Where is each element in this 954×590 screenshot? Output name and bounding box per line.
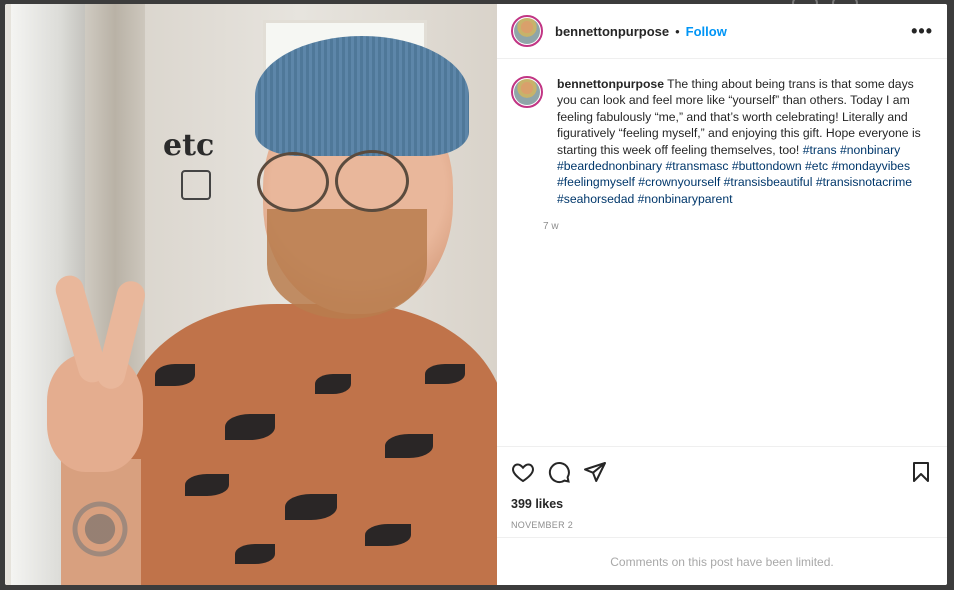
author-username[interactable]: bennettonpurpose bbox=[555, 24, 669, 39]
bookmark-icon[interactable] bbox=[909, 460, 933, 484]
share-icon[interactable] bbox=[583, 460, 607, 484]
post-header: bennettonpurpose • Follow ••• bbox=[497, 4, 947, 59]
likes-count[interactable]: 399 likes bbox=[511, 497, 563, 511]
caption-username[interactable]: bennettonpurpose bbox=[557, 77, 664, 91]
hashtag-link[interactable]: #etc bbox=[805, 159, 828, 173]
hashtag-link[interactable]: #transmasc bbox=[665, 159, 728, 173]
caption-avatar[interactable] bbox=[511, 76, 543, 108]
more-options-icon[interactable]: ••• bbox=[911, 21, 933, 42]
hashtag-link[interactable]: #nonbinaryparent bbox=[638, 192, 733, 206]
caption-text: bennettonpurpose The thing about being t… bbox=[557, 76, 929, 207]
hashtag-link[interactable]: #buttondown bbox=[732, 159, 802, 173]
photo-etc-sign: etc bbox=[163, 128, 215, 163]
post-photo[interactable]: etc bbox=[5, 4, 497, 585]
photo-shirt bbox=[125, 304, 497, 585]
hashtag-link[interactable]: #seahorsedad bbox=[557, 192, 634, 206]
caption-timestamp[interactable]: 7 w bbox=[543, 221, 929, 232]
hashtag-link[interactable]: #crownyourself bbox=[638, 175, 720, 189]
caption: bennettonpurpose The thing about being t… bbox=[511, 76, 929, 232]
hashtag-link[interactable]: #mondayvibes bbox=[831, 159, 910, 173]
hashtag-link[interactable]: #nonbinary bbox=[840, 143, 900, 157]
photo-glasses-left bbox=[257, 152, 329, 212]
photo-glasses-right bbox=[335, 150, 409, 212]
photo-wall-frame bbox=[181, 170, 211, 200]
hashtag-link[interactable]: #beardednonbinary bbox=[557, 159, 662, 173]
heart-icon[interactable] bbox=[511, 460, 535, 484]
post-date: NOVEMBER 2 bbox=[511, 520, 574, 530]
post-details-panel: bennettonpurpose • Follow ••• bennettonp… bbox=[497, 4, 947, 585]
photo-hat bbox=[255, 36, 469, 156]
hashtag-link[interactable]: #feelingmyself bbox=[557, 175, 635, 189]
photo-tattoo bbox=[65, 494, 135, 564]
author-avatar[interactable] bbox=[511, 15, 543, 47]
comment-icon[interactable] bbox=[547, 460, 571, 484]
post-modal: etc bennettonpurpose • Follow ••• bennet… bbox=[5, 4, 947, 585]
hashtag-link[interactable]: #transisnotacrime bbox=[816, 175, 912, 189]
follow-button[interactable]: Follow bbox=[686, 24, 727, 39]
hashtag-link[interactable]: #transisbeautiful bbox=[724, 175, 813, 189]
comments-limited-notice: Comments on this post have been limited. bbox=[497, 537, 947, 585]
header-separator: • bbox=[675, 23, 680, 39]
action-bar bbox=[497, 446, 947, 497]
photo-beard bbox=[267, 209, 427, 319]
hashtag-link[interactable]: #trans bbox=[803, 143, 837, 157]
